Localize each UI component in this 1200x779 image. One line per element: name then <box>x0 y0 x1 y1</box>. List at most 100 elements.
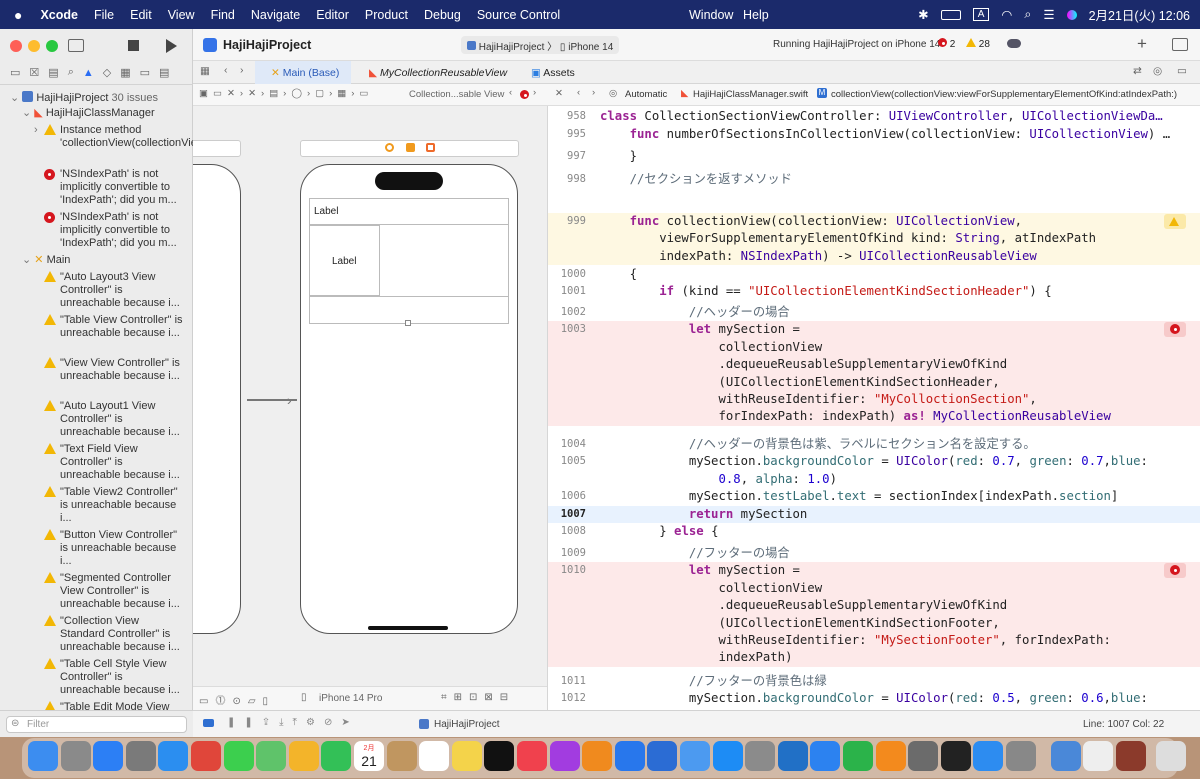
system-settings-icon[interactable] <box>125 741 156 771</box>
line-number[interactable]: 1010 <box>548 562 586 579</box>
jump-file[interactable]: HajiHajiClassManager.swift <box>693 89 808 100</box>
grid-icon[interactable]: ▦ <box>200 65 210 77</box>
tree-group-main[interactable]: ⌄ ✕ Main <box>0 252 193 269</box>
chrome-icon[interactable] <box>191 741 221 771</box>
code-text[interactable]: 0.8, alpha: 1.0) <box>600 471 837 488</box>
view-controller-icon[interactable] <box>385 143 394 152</box>
code-text[interactable]: //ヘッダーの背景色は紫、ラベルにセクション名を設定する。 <box>600 436 1036 453</box>
project-navigator-icon[interactable]: ▭ <box>10 66 20 79</box>
maps-icon[interactable] <box>256 741 287 771</box>
code-line[interactable]: 0.8, alpha: 1.0) <box>548 471 1200 488</box>
bluetooth-icon[interactable]: ✱ <box>918 7 928 22</box>
dictionary-icon[interactable] <box>1115 741 1146 771</box>
issue-item[interactable]: "Auto Layout3 View Controller" is unreac… <box>0 269 185 312</box>
line-number[interactable]: 1002 <box>548 304 586 321</box>
battery-icon[interactable] <box>940 9 961 20</box>
stop-button[interactable] <box>128 40 139 51</box>
layout-tools-icons[interactable]: ⌗⊞⊡⊠⊟ <box>441 692 515 703</box>
issue-item[interactable]: "View View Controller" is unreachable be… <box>0 355 185 398</box>
code-line[interactable]: 1011 //フッターの背景色は緑 <box>548 673 1200 690</box>
sidebar-toggle-icon[interactable] <box>68 39 84 52</box>
code-line[interactable]: indexPath) <box>548 649 1200 667</box>
code-line[interactable]: .dequeueReusableSupplementaryViewOfKind <box>548 597 1200 615</box>
filter-field[interactable]: ⊜ Filter <box>6 716 187 733</box>
code-line[interactable]: indexPath: NSIndexPath) -> UICollectionR… <box>548 247 1200 266</box>
split-editor-icon[interactable]: ⇄ <box>1133 65 1142 77</box>
menu-view[interactable]: View <box>160 8 203 22</box>
apple-tv-icon[interactable] <box>484 741 515 771</box>
issue-item[interactable]: "Segmented Controller View Controller" i… <box>0 570 185 613</box>
scene-device-left[interactable] <box>193 164 241 634</box>
control-center-icon[interactable]: ☰ <box>1043 7 1054 22</box>
menu-app-name[interactable]: Xcode <box>30 8 86 22</box>
code-line[interactable]: viewForSupplementaryElementOfKind kind: … <box>548 230 1200 248</box>
vscode-icon[interactable] <box>777 741 808 771</box>
line-number[interactable]: 1012 <box>548 690 586 707</box>
code-line[interactable]: (UICollectionElementKindSectionFooter, <box>548 614 1200 632</box>
tab-assets[interactable]: ▣ Assets <box>531 67 575 79</box>
back-chevron-icon[interactable]: ‹ <box>509 87 512 98</box>
close-window-button[interactable] <box>10 40 22 52</box>
code-text[interactable]: class CollectionSectionViewController: U… <box>600 108 1163 125</box>
textedit-icon[interactable] <box>1083 741 1114 771</box>
code-line[interactable]: 995 func numberOfSectionsInCollectionVie… <box>548 126 1200 143</box>
app-store-icon[interactable] <box>712 741 743 771</box>
issue-item[interactable]: "Text Field View Controller" is unreacha… <box>0 441 185 484</box>
books-icon[interactable] <box>582 741 613 771</box>
menu-window[interactable]: Window <box>681 8 741 22</box>
code-text[interactable]: withReuseIdentifier: "MySectionFooter", … <box>600 632 1110 649</box>
issue-item[interactable]: "Table View2 Controller" is unreachable … <box>0 484 185 527</box>
line-number[interactable]: 958 <box>548 108 586 125</box>
code-text[interactable]: withReuseIdentifier: "MyColloctionSectio… <box>600 391 1036 408</box>
menubar-clock[interactable]: 2月21日(火) 12:06 <box>1089 5 1190 24</box>
disclosure-chevron-icon[interactable]: ⌄ <box>22 107 31 119</box>
code-text[interactable]: let mySection = <box>600 562 800 579</box>
code-line[interactable]: 1009 //フッターの場合 <box>548 545 1200 562</box>
forward-chevron-icon[interactable]: › <box>533 87 536 98</box>
code-text[interactable]: { <box>600 266 637 283</box>
error-icon[interactable] <box>520 90 529 99</box>
code-line[interactable]: 999 func collectionView(collectionView: … <box>548 213 1200 231</box>
error-badge-icon[interactable] <box>1164 563 1186 579</box>
terminal-icon[interactable] <box>940 741 971 771</box>
facetime-icon[interactable] <box>321 741 352 771</box>
code-text[interactable]: func collectionView(collectionView: UICo… <box>600 213 1022 230</box>
debug-navigator-icon[interactable]: ▦ <box>120 66 130 79</box>
code-text[interactable]: mySection.backgroundColor = UIColor(red:… <box>600 453 1148 470</box>
line-number[interactable]: 1009 <box>548 545 586 562</box>
first-responder-icon[interactable] <box>406 143 415 152</box>
code-text[interactable]: .dequeueReusableSupplementaryViewOfKind <box>600 356 1007 373</box>
pages-icon[interactable] <box>875 741 906 771</box>
code-line[interactable]: 1001 if (kind == "UICollectionElementKin… <box>548 283 1200 300</box>
search-icon[interactable]: ⌕ <box>1024 7 1031 22</box>
debug-target[interactable]: HajiHajiProject <box>434 719 500 730</box>
header-view[interactable]: Label <box>309 198 509 225</box>
back-chevron-icon[interactable]: ‹ <box>577 87 580 98</box>
siri-icon[interactable] <box>1066 9 1077 20</box>
code-line[interactable]: 1010 let mySection = <box>548 562 1200 580</box>
tab-main-base[interactable]: ✕ Main (Base) <box>255 61 351 84</box>
warning-badge-icon[interactable] <box>1164 214 1186 229</box>
code-line[interactable]: forIndexPath: indexPath) as! MyCollectio… <box>548 408 1200 426</box>
notes-icon[interactable] <box>451 741 482 771</box>
code-text[interactable]: collectionView <box>600 580 822 597</box>
numbers-icon[interactable] <box>843 741 873 771</box>
code-text[interactable]: } <box>600 148 637 165</box>
menu-edit[interactable]: Edit <box>122 8 160 22</box>
script-editor-icon[interactable] <box>745 741 776 771</box>
code-text[interactable]: return mySection <box>600 506 807 523</box>
issue-item[interactable]: 'NSIndexPath' is not implicitly converti… <box>0 166 185 209</box>
tree-group-class-manager[interactable]: ⌄ ◣ HajiHajiClassManager <box>0 105 193 122</box>
code-line[interactable]: 1007 return mySection <box>548 506 1200 524</box>
code-text[interactable]: //フッターの場合 <box>600 545 790 562</box>
jump-symbol[interactable]: collectionView(collectionView:viewForSup… <box>831 89 1177 100</box>
menu-find[interactable]: Find <box>203 8 243 22</box>
issue-item[interactable]: › Instance method 'collectionView(collec… <box>0 122 290 166</box>
forward-chevron-icon[interactable]: › <box>240 64 244 76</box>
calculator-icon[interactable] <box>1006 741 1036 771</box>
code-line[interactable]: (UICollectionElementKindSectionHeader, <box>548 373 1200 391</box>
related-items-icon[interactable]: ✕ <box>555 88 563 99</box>
debug-area-toggle-icon[interactable] <box>203 719 214 727</box>
code-text[interactable]: (UICollectionElementKindSectionFooter, <box>600 615 999 632</box>
debug-controls-icons[interactable]: ❚❚⇪⤓⤒⚙⊘➤ <box>227 717 359 728</box>
